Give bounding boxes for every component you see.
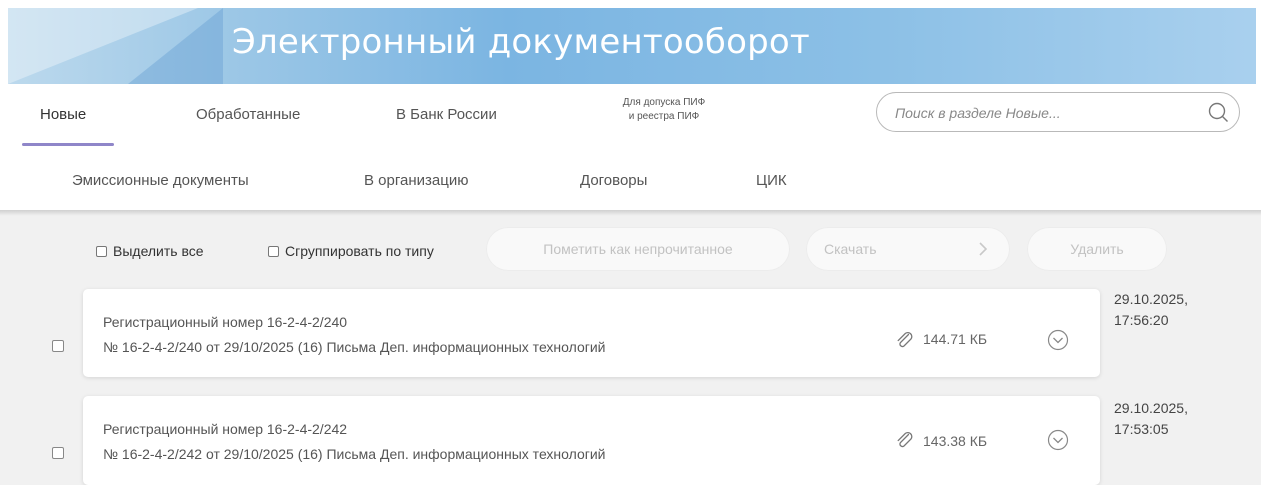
document-checkbox[interactable]	[52, 447, 64, 459]
tab-pif-line2: и реестра ПИФ	[628, 111, 700, 122]
document-time: 17:56:20	[1114, 312, 1169, 328]
mark-unread-button[interactable]: Пометить как непрочитанное	[486, 227, 790, 271]
active-tab-indicator	[22, 143, 114, 146]
expand-chevron-icon[interactable]	[1047, 329, 1069, 351]
tab-cik[interactable]: ЦИК	[756, 172, 787, 189]
tab-new[interactable]: Новые	[40, 106, 86, 123]
download-button[interactable]: Скачать	[806, 227, 1010, 271]
app-title: Электронный документооборот	[232, 22, 810, 62]
checkbox-box[interactable]	[96, 245, 107, 257]
tab-emission-documents[interactable]: Эмиссионные документы	[72, 172, 249, 189]
search-input[interactable]	[893, 101, 1197, 125]
document-time: 17:53:05	[1114, 421, 1169, 437]
download-label: Скачать	[824, 241, 877, 257]
select-all-checkbox[interactable]: Выделить все	[96, 243, 204, 259]
header-banner: Электронный документооборот	[8, 8, 1256, 84]
tab-contracts[interactable]: Договоры	[580, 172, 647, 189]
attachment-size: 144.71 КБ	[923, 331, 988, 347]
document-description: № 16-2-4-2/240 от 29/10/2025 (16) Письма…	[103, 339, 606, 355]
group-by-type-checkbox[interactable]: Сгруппировать по типу	[268, 243, 434, 259]
document-description: № 16-2-4-2/242 от 29/10/2025 (16) Письма…	[103, 446, 606, 462]
paperclip-icon	[897, 332, 913, 348]
checkbox-box[interactable]	[268, 245, 279, 257]
search-icon[interactable]	[1207, 101, 1229, 123]
document-timestamp: 29.10.2025, 17:53:05	[1114, 398, 1188, 440]
delete-button[interactable]: Удалить	[1027, 227, 1167, 271]
search-box[interactable]	[876, 92, 1240, 132]
document-title: Регистрационный номер 16-2-4-2/242	[103, 421, 348, 437]
document-checkbox[interactable]	[52, 340, 64, 352]
document-date: 29.10.2025,	[1114, 291, 1188, 307]
select-all-label: Выделить все	[113, 243, 204, 259]
tab-to-bank-of-russia[interactable]: В Банк России	[396, 106, 497, 123]
tab-processed[interactable]: Обработанные	[196, 106, 300, 123]
document-date: 29.10.2025,	[1114, 400, 1188, 416]
delete-label: Удалить	[1070, 241, 1124, 257]
document-card[interactable]: Регистрационный номер 16-2-4-2/240 № 16-…	[83, 289, 1100, 377]
expand-chevron-icon[interactable]	[1047, 429, 1069, 451]
document-title: Регистрационный номер 16-2-4-2/240	[103, 314, 348, 330]
document-card[interactable]: Регистрационный номер 16-2-4-2/242 № 16-…	[83, 396, 1100, 485]
group-by-type-label: Сгруппировать по типу	[285, 243, 434, 259]
banner-decoration-2	[128, 8, 223, 84]
paperclip-icon	[897, 432, 913, 448]
tab-pif-line1: Для допуска ПИФ	[622, 97, 706, 108]
attachment-size: 143.38 КБ	[923, 433, 988, 449]
document-timestamp: 29.10.2025, 17:56:20	[1114, 289, 1188, 331]
tab-to-organization[interactable]: В организацию	[364, 172, 468, 189]
chevron-right-icon	[979, 242, 988, 256]
tab-pif-admission[interactable]: Для допуска ПИФ и реестра ПИФ	[612, 96, 716, 124]
mark-unread-label: Пометить как непрочитанное	[543, 241, 733, 257]
